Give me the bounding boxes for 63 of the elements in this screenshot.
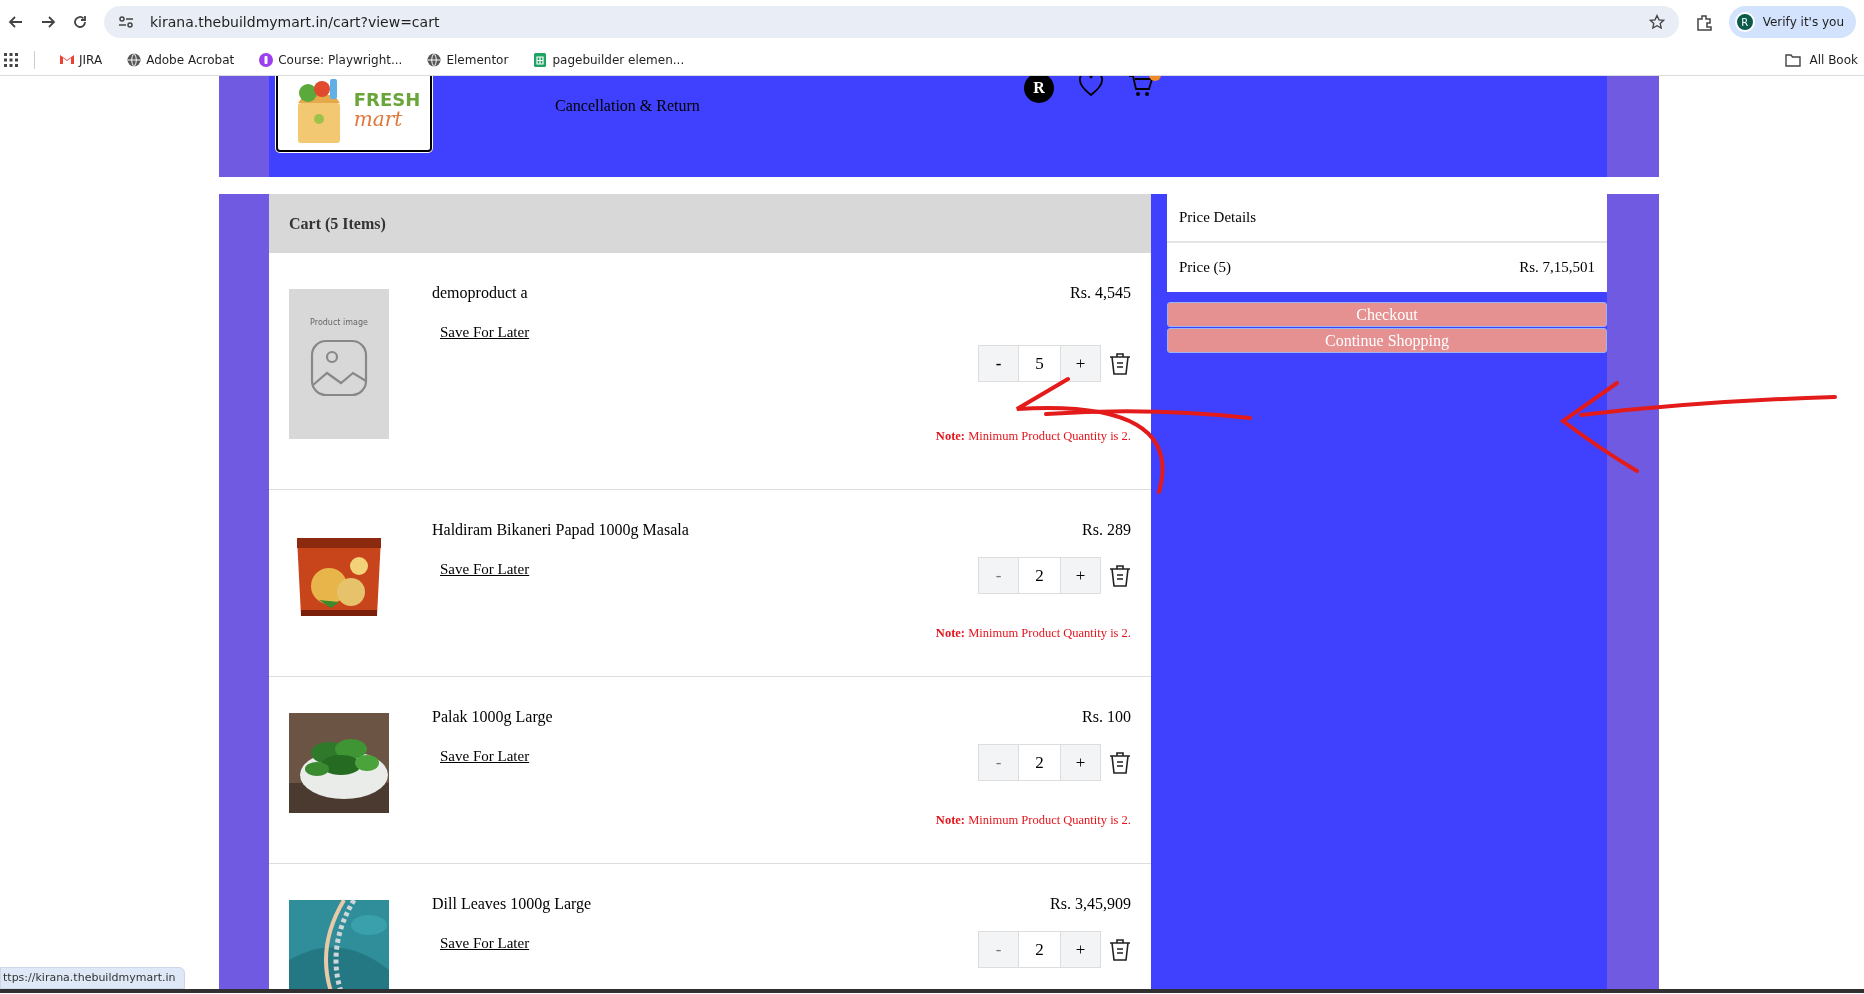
product-price: Rs. 100	[1082, 707, 1131, 727]
bookmark-link[interactable]: Adobe Acrobat	[126, 50, 235, 69]
course-icon	[258, 51, 275, 68]
quantity-field[interactable]: 2	[1019, 744, 1060, 781]
url-text: kirana.thebuildmymart.in/cart?view=cart	[150, 12, 440, 32]
save-for-later-link[interactable]: Save For Later	[440, 321, 530, 344]
back-icon[interactable]	[8, 14, 24, 30]
trash-icon[interactable]	[1109, 750, 1131, 775]
profile-label: Verify it's you	[1762, 14, 1844, 31]
quantity-note: Note: Minimum Product Quantity is 2.	[935, 812, 1131, 829]
globe-icon	[126, 51, 143, 68]
all-bookmarks-link[interactable]: All Book	[1785, 50, 1858, 69]
product-name: Palak 1000g Large	[432, 707, 553, 728]
avatar: R	[1734, 12, 1755, 32]
account-avatar[interactable]: R	[1024, 76, 1054, 103]
increase-button[interactable]: +	[1060, 744, 1101, 781]
quantity-note: Note: Minimum Product Quantity is 2.	[935, 428, 1131, 445]
star-icon[interactable]	[1648, 14, 1665, 30]
placeholder-label: Product image	[310, 317, 368, 329]
product-name: demoproduct a	[432, 283, 529, 304]
trash-icon[interactable]	[1109, 563, 1131, 588]
globe-icon	[426, 51, 443, 68]
sheet-icon	[532, 51, 549, 68]
cart-icon[interactable]	[1128, 76, 1162, 99]
logo-text: FRESH	[353, 91, 421, 109]
logo-text: mart	[353, 109, 404, 129]
bookmark-link[interactable]: JIRA	[59, 50, 103, 69]
bookmark-link[interactable]: Course: Playwright...	[258, 50, 403, 69]
save-for-later-link[interactable]: Save For Later	[440, 745, 530, 768]
save-for-later-link[interactable]: Save For Later	[440, 932, 530, 955]
reload-icon[interactable]	[72, 14, 88, 30]
apps-grid-icon[interactable]	[4, 52, 18, 67]
product-price: Rs. 3,45,909	[1050, 894, 1131, 914]
quantity-field[interactable]: 5	[1019, 345, 1060, 382]
site-settings-icon	[118, 15, 134, 29]
forward-icon[interactable]	[40, 14, 56, 30]
bookmark-link[interactable]: Elementor	[426, 50, 509, 69]
product-name: Haldiram Bikaneri Papad 1000g Masala	[432, 520, 689, 541]
folder-icon	[1785, 52, 1802, 67]
price-details-title: Price Details	[1179, 208, 1257, 228]
price-label: Price (5)	[1179, 258, 1232, 278]
heart-icon[interactable]	[1078, 76, 1104, 97]
quantity-field[interactable]: 2	[1019, 931, 1060, 968]
trash-icon[interactable]	[1109, 351, 1131, 376]
cart-title: Cart (5 Items)	[289, 213, 386, 235]
product-price: Rs. 4,545	[1070, 283, 1131, 303]
increase-button[interactable]: +	[1060, 345, 1101, 382]
profile-button[interactable]: R Verify it's you	[1728, 6, 1856, 38]
quantity-field[interactable]: 2	[1019, 557, 1060, 594]
quantity-note: Note: Minimum Product Quantity is 2.	[935, 625, 1131, 642]
increase-button[interactable]: +	[1060, 931, 1101, 968]
extensions-icon[interactable]	[1694, 13, 1713, 31]
increase-button[interactable]: +	[1060, 557, 1101, 594]
price-value: Rs. 7,15,501	[1519, 258, 1595, 278]
save-for-later-link[interactable]: Save For Later	[440, 558, 530, 581]
product-name: Dill Leaves 1000g Large	[432, 894, 592, 915]
status-url: ttps://kirana.thebuildmymart.in	[0, 966, 185, 989]
decrease-button[interactable]: -	[978, 345, 1019, 382]
image-icon	[310, 339, 368, 397]
address-bar[interactable]: kirana.thebuildmymart.in/cart?view=cart	[104, 6, 1679, 38]
bookmark-link[interactable]: pagebuilder elemen...	[532, 50, 685, 69]
trash-icon[interactable]	[1109, 937, 1131, 962]
product-price: Rs. 289	[1082, 520, 1131, 540]
